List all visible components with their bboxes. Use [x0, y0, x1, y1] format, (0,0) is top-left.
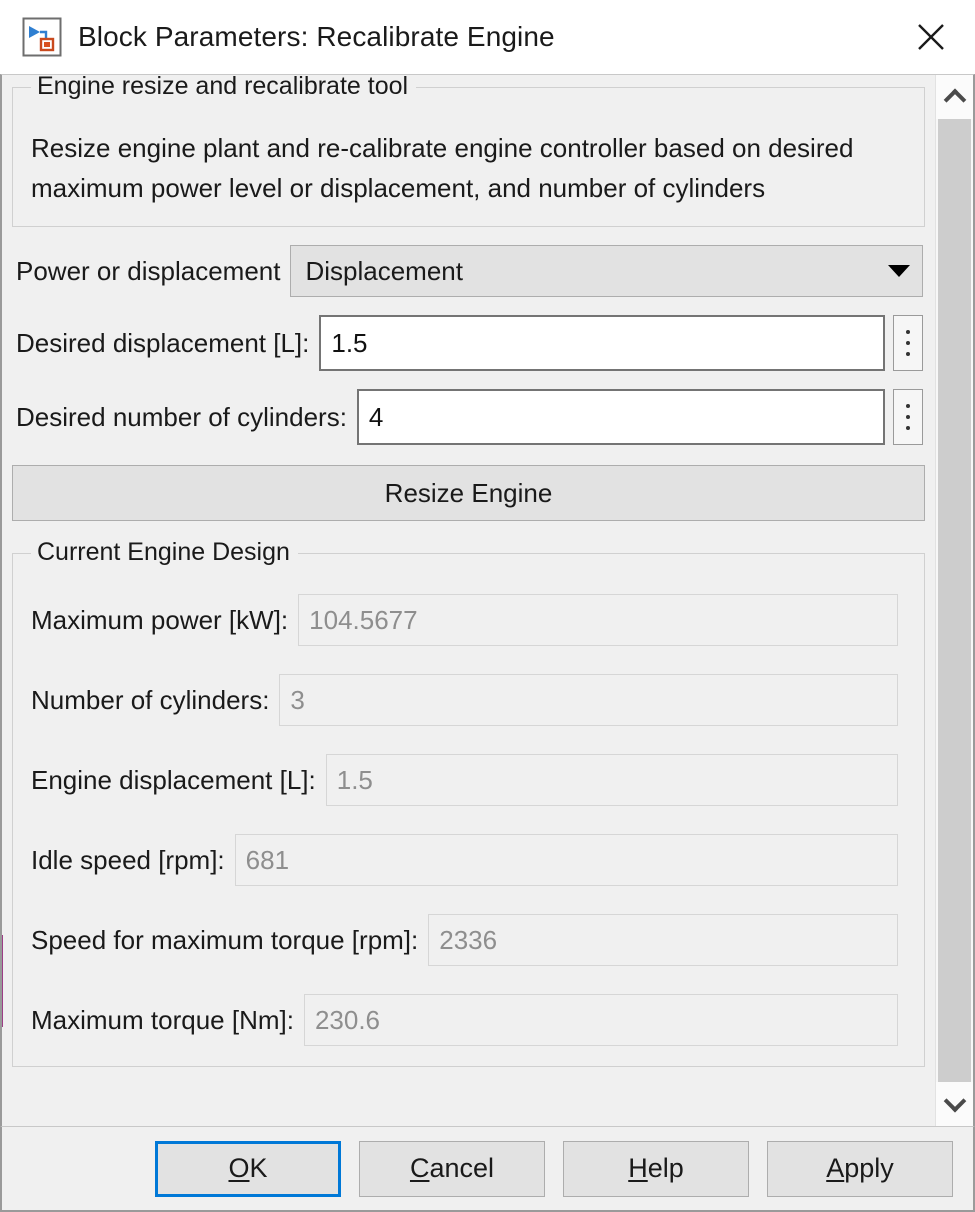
chevron-up-icon [943, 89, 966, 112]
label-maximum-power: Maximum power [kW]: [31, 605, 298, 636]
apply-button[interactable]: Apply [767, 1141, 953, 1197]
cancel-button[interactable]: Cancel [359, 1141, 545, 1197]
block-parameters-dialog: Block Parameters: Recalibrate Engine Eng… [0, 0, 975, 1212]
label-maximum-torque: Maximum torque [Nm]: [31, 1005, 304, 1036]
mode-dropdown[interactable]: Displacement [290, 245, 923, 297]
chevron-down-icon [943, 1090, 966, 1113]
label-engine-displacement: Engine displacement [L]: [31, 765, 326, 796]
scroll-down-button[interactable] [936, 1082, 973, 1126]
dialog-title: Block Parameters: Recalibrate Engine [78, 21, 555, 53]
apply-mnemonic: A [826, 1153, 844, 1183]
scrollbar-track[interactable] [936, 119, 973, 1082]
description-text: Resize engine plant and re-calibrate eng… [31, 128, 906, 208]
ok-rest: K [250, 1153, 268, 1183]
ok-button[interactable]: OK [155, 1141, 341, 1197]
cancel-rest: ancel [429, 1153, 494, 1183]
value-speed-for-maximum-torque: 2336 [428, 914, 898, 966]
close-icon[interactable] [905, 11, 957, 63]
value-maximum-power: 104.5677 [298, 594, 898, 646]
row-mode: Power or displacement Displacement [2, 245, 935, 297]
simulink-block-icon [22, 17, 62, 57]
row-desired-cylinders: Desired number of cylinders: 4 [2, 389, 935, 445]
label-speed-for-maximum-torque: Speed for maximum torque [rpm]: [31, 925, 428, 956]
help-button[interactable]: Help [563, 1141, 749, 1197]
row-idle-speed: Idle speed [rpm]: 681 [27, 834, 910, 886]
value-maximum-torque: 230.6 [304, 994, 898, 1046]
label-desired-cylinders: Desired number of cylinders: [16, 402, 357, 433]
row-number-of-cylinders: Number of cylinders: 3 [27, 674, 910, 726]
apply-rest: pply [844, 1153, 894, 1183]
row-maximum-torque: Maximum torque [Nm]: 230.6 [27, 994, 910, 1046]
ok-mnemonic: O [228, 1153, 249, 1183]
resize-engine-button[interactable]: Resize Engine [12, 465, 925, 521]
value-idle-speed: 681 [235, 834, 898, 886]
dialog-body: Engine resize and recalibrate tool Resiz… [0, 74, 975, 1126]
value-engine-displacement: 1.5 [326, 754, 898, 806]
scroll-up-button[interactable] [936, 75, 973, 119]
scroll-content: Engine resize and recalibrate tool Resiz… [2, 75, 935, 1067]
current-engine-design-title: Current Engine Design [31, 538, 298, 567]
desired-cylinders-input[interactable]: 4 [357, 389, 885, 445]
row-desired-displacement: Desired displacement [L]: 1.5 [2, 315, 935, 371]
chevron-down-icon [888, 265, 910, 277]
scroll-viewport: Engine resize and recalibrate tool Resiz… [2, 75, 935, 1126]
help-mnemonic: H [628, 1153, 648, 1183]
label-idle-speed: Idle speed [rpm]: [31, 845, 235, 876]
row-speed-for-maximum-torque: Speed for maximum torque [rpm]: 2336 [27, 914, 910, 966]
label-number-of-cylinders: Number of cylinders: [31, 685, 279, 716]
row-maximum-power: Maximum power [kW]: 104.5677 [27, 594, 910, 646]
description-group-title: Engine resize and recalibrate tool [31, 75, 416, 101]
vertical-scrollbar[interactable] [935, 75, 973, 1126]
help-rest: elp [648, 1153, 684, 1183]
cancel-mnemonic: C [410, 1153, 430, 1183]
label-desired-displacement: Desired displacement [L]: [16, 328, 319, 359]
vertical-ellipsis-icon[interactable] [893, 389, 923, 445]
current-engine-design-group: Current Engine Design Maximum power [kW]… [12, 553, 925, 1067]
row-engine-displacement: Engine displacement [L]: 1.5 [27, 754, 910, 806]
vertical-ellipsis-icon[interactable] [893, 315, 923, 371]
mode-dropdown-value: Displacement [305, 256, 880, 287]
edge-artifact [2, 935, 3, 1027]
scrollbar-thumb[interactable] [938, 119, 971, 1082]
desired-displacement-input[interactable]: 1.5 [319, 315, 885, 371]
description-group: Engine resize and recalibrate tool Resiz… [12, 87, 925, 227]
label-mode: Power or displacement [16, 256, 290, 287]
value-number-of-cylinders: 3 [279, 674, 898, 726]
dialog-titlebar: Block Parameters: Recalibrate Engine [0, 0, 975, 74]
dialog-footer: OK Cancel Help Apply [0, 1126, 975, 1212]
